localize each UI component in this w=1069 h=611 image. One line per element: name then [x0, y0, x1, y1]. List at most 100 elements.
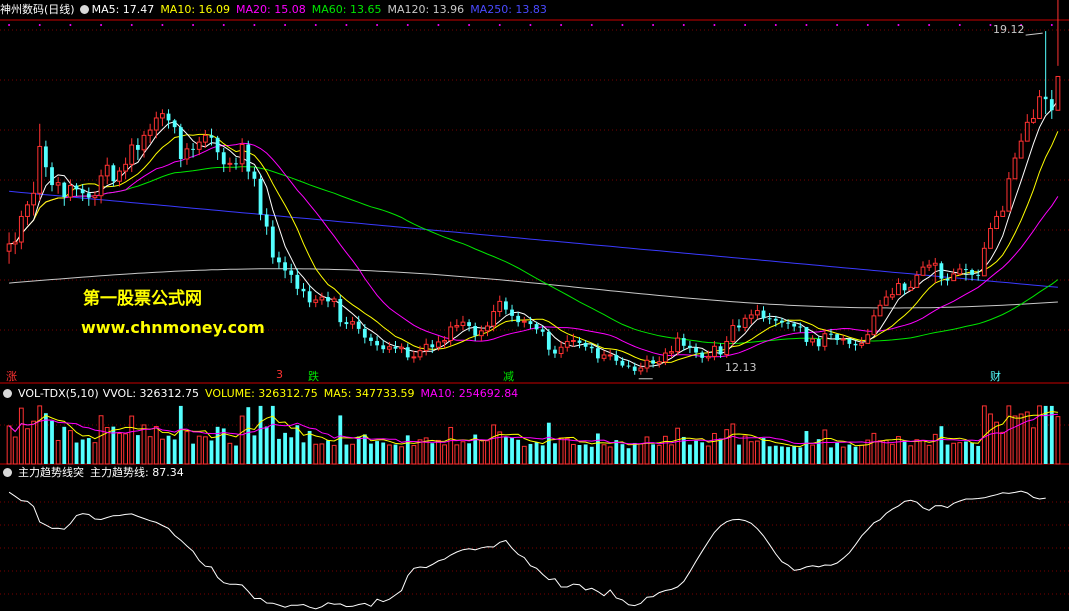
volume-bar: [939, 426, 944, 464]
candle-body: [301, 288, 306, 292]
candle-body: [694, 347, 698, 353]
signal-die: 跌: [308, 370, 319, 383]
candle-body: [786, 322, 790, 324]
candle-body: [589, 346, 594, 349]
volume-bar: [485, 440, 490, 465]
candle-body: [153, 117, 159, 131]
volume-bar: [123, 433, 129, 465]
candle-body: [191, 148, 195, 150]
candle-body: [516, 315, 521, 323]
trend-value-label: 主力趋势线: 87.34: [90, 466, 184, 479]
candle-body: [485, 325, 490, 332]
candle-body: [411, 356, 417, 359]
volume-bar: [68, 430, 73, 465]
candle-body: [141, 134, 147, 151]
volume-bar: [331, 444, 337, 465]
volume-bar: [12, 436, 18, 465]
candle-body: [331, 298, 337, 302]
volume-bar: [50, 420, 54, 464]
volume-bar: [356, 436, 361, 464]
signal-jian: 减: [503, 370, 514, 383]
volume-bar: [883, 439, 889, 465]
volume-bar: [399, 446, 405, 465]
candle-body: [393, 346, 398, 349]
trend-panel-toggle-icon[interactable]: [3, 468, 12, 477]
candle-body: [853, 343, 858, 346]
candle-body: [718, 346, 723, 355]
candle-body: [577, 340, 582, 343]
volume-bar: [896, 436, 901, 465]
candle-body: [705, 355, 711, 359]
volume-bar: [326, 440, 330, 464]
volume-bar: [829, 447, 833, 464]
signal-dot: [222, 24, 225, 26]
candle-body: [460, 321, 466, 327]
signal-dot: [130, 24, 133, 26]
candle-body: [835, 334, 840, 341]
volume-bar: [835, 442, 840, 464]
signal-dot: [866, 24, 869, 26]
candle-body: [528, 321, 533, 325]
volume-bar: [1018, 413, 1024, 465]
candle-body: [202, 134, 208, 143]
candle-body: [209, 135, 214, 138]
candle-body: [313, 299, 319, 303]
candle-body: [981, 247, 987, 277]
volume-bar: [718, 438, 723, 464]
candle-body: [932, 262, 938, 266]
signal-dot: [560, 24, 563, 26]
volume-bar: [1030, 427, 1036, 465]
volume-bar: [964, 441, 968, 464]
volume-bar: [239, 415, 245, 465]
candle-body: [798, 326, 803, 328]
candle-body: [350, 321, 355, 325]
volume-bar: [540, 445, 545, 464]
ma250-line: [9, 190, 1058, 288]
volume-bar: [37, 405, 43, 465]
volume-bar: [792, 445, 797, 464]
volume-bar: [393, 444, 398, 464]
ma250-label: MA250: 13.83: [470, 3, 547, 16]
signal-dot: [376, 24, 379, 26]
vol-ma5-label: MA5: 347733.59: [323, 387, 415, 400]
volume-bar: [877, 440, 883, 465]
low-price-label: 12.13: [725, 361, 757, 374]
candle-body: [277, 257, 281, 263]
volume-bar: [754, 440, 760, 465]
volume-bar: [252, 435, 257, 464]
volume-bar: [202, 436, 208, 465]
volume-bar: [62, 426, 67, 464]
volume-bar: [1055, 416, 1061, 465]
volume-bar: [111, 426, 116, 464]
signal-dot: [713, 24, 716, 26]
signal-dot: [1050, 24, 1053, 26]
ma120-label: MA120: 13.96: [387, 3, 465, 16]
ma60-label: MA60: 13.65: [311, 3, 382, 16]
candle-body: [497, 300, 503, 313]
volume-bar: [700, 442, 705, 464]
signal-dot: [314, 24, 317, 26]
volume-bar: [822, 429, 828, 465]
candle-body: [896, 283, 901, 296]
candle-body: [227, 162, 233, 165]
volume-bar: [417, 439, 423, 465]
candle-body: [184, 148, 190, 160]
signal-dot: [897, 24, 900, 26]
volume-bar: [478, 439, 484, 465]
candle-body: [620, 360, 625, 366]
panel-toggle-icon[interactable]: [79, 5, 89, 14]
candle-body: [638, 367, 644, 372]
volume-bar: [301, 442, 306, 464]
candle-body: [503, 301, 508, 310]
volume-bar: [626, 448, 631, 464]
volume-bar: [688, 444, 692, 464]
candle-body: [920, 266, 926, 276]
volume-bar: [510, 437, 514, 464]
signal-dot: [774, 24, 777, 26]
volume-bar: [258, 405, 263, 464]
volume-panel-toggle-icon[interactable]: [3, 389, 12, 398]
candle-body: [55, 182, 61, 186]
candle-body: [601, 354, 607, 359]
high-arrow: [1025, 32, 1043, 36]
ma10-label: MA10: 16.09: [160, 3, 231, 16]
